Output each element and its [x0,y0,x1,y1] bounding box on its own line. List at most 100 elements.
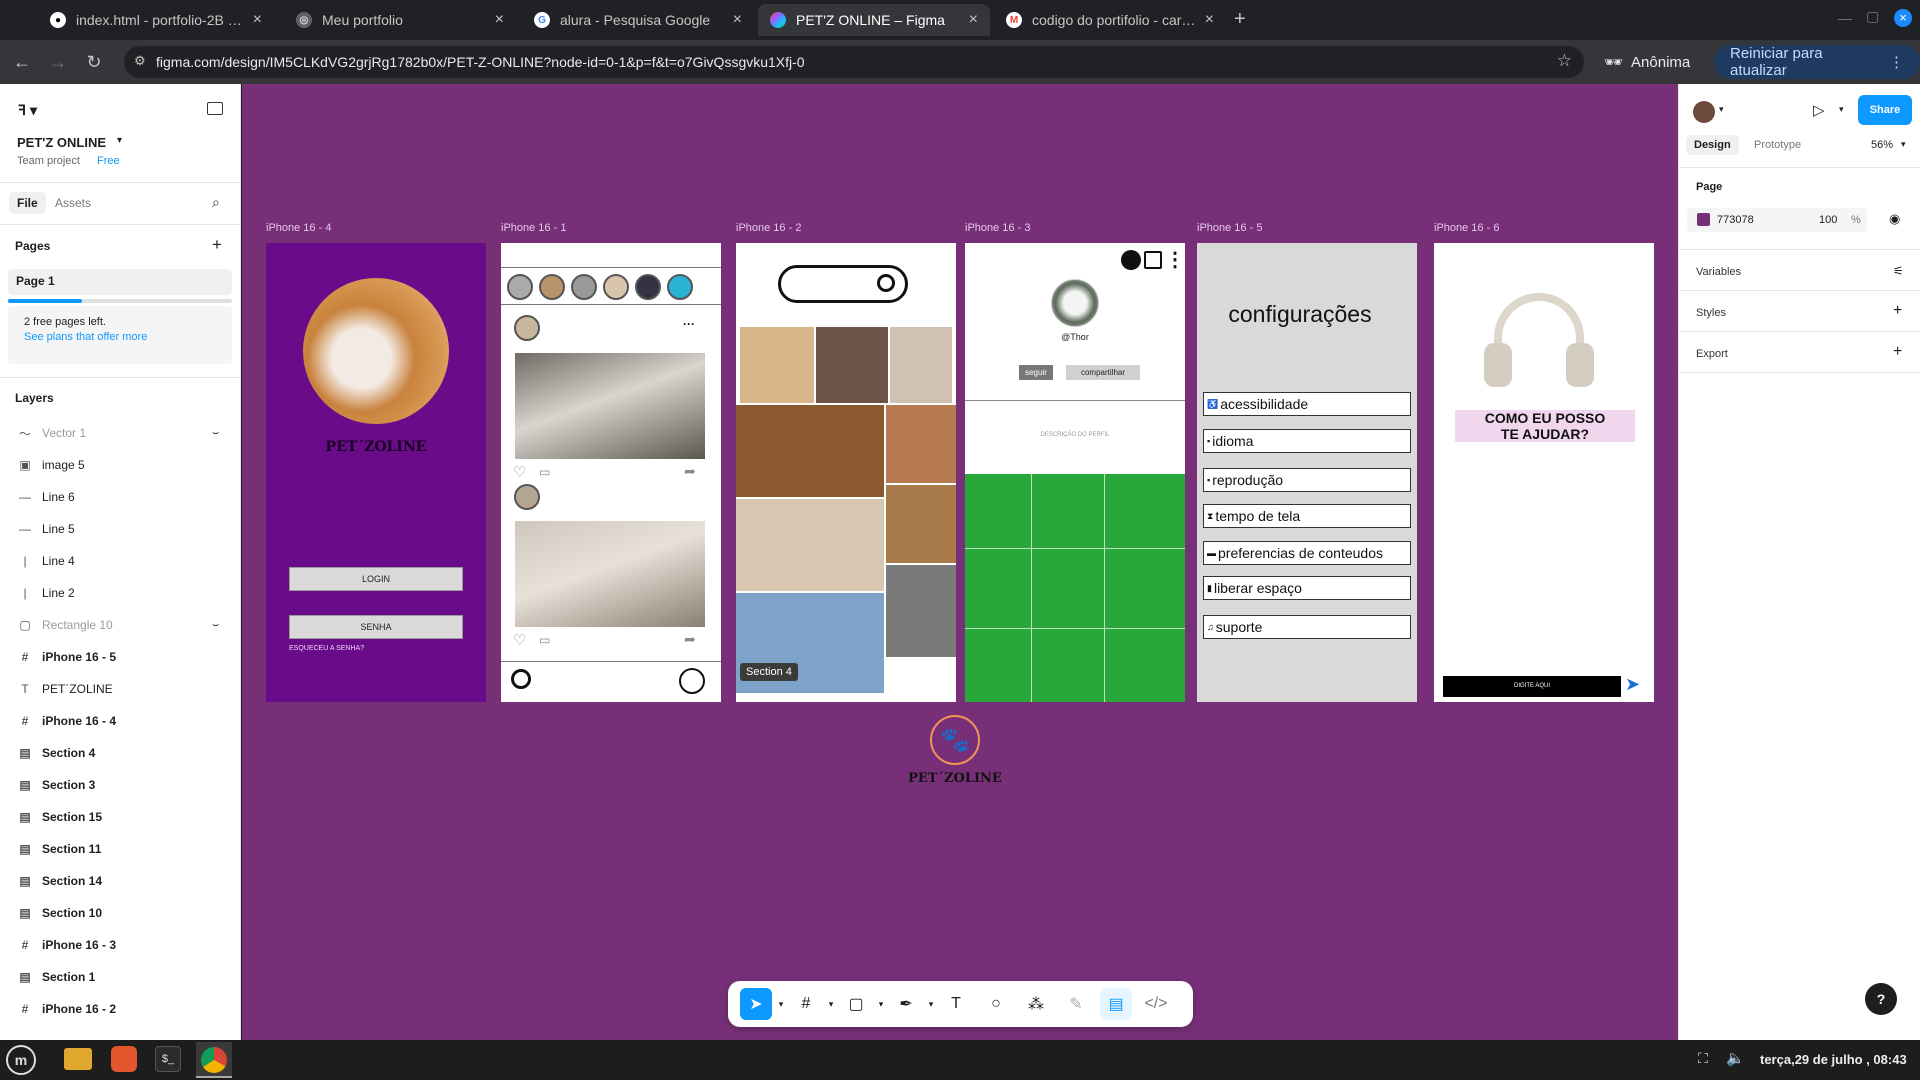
bookmark-star-icon[interactable]: ☆ [1557,51,1572,71]
share-profile-button[interactable]: compartilhar [1066,365,1140,380]
add-page-icon[interactable]: + [212,235,222,255]
share-icon[interactable]: ➦ [684,631,696,648]
forward-icon[interactable]: → [46,50,70,74]
frame-label[interactable]: iPhone 16 - 2 [736,222,801,234]
more-vert-icon[interactable]: ⋮ [1165,247,1185,272]
project-name[interactable]: PET'Z ONLINE [17,135,106,150]
setting-screen-time[interactable]: ⧗ tempo de tela [1203,504,1411,528]
tab-prototype[interactable]: Prototype [1754,139,1801,151]
zoom-level[interactable]: 56% [1871,139,1893,151]
page-color-swatch[interactable] [1697,213,1710,226]
layer-line-2[interactable]: | Line 2 [0,577,241,609]
frame-help[interactable]: COMO EU POSSO TE AJUDAR? DIGITE AQUI ➤ [1434,243,1654,702]
tab-file[interactable]: File [9,192,46,214]
setting-accessibility[interactable]: ♿ acessibilidade [1203,392,1411,416]
share-icon[interactable]: ➦ [684,463,696,480]
plan-badge[interactable]: Free [97,155,120,167]
setting-playback[interactable]: ▪ reprodução [1203,468,1411,492]
story-avatar[interactable] [635,274,661,300]
frame-label[interactable]: iPhone 16 - 3 [965,222,1030,234]
layer-rectangle-10[interactable]: ▢ Rectangle 10 ⌣ [0,609,241,641]
hidden-eye-icon[interactable]: ⌣ [212,619,219,632]
follow-button[interactable]: seguir [1019,365,1053,380]
close-icon[interactable]: × [495,11,504,29]
layer-iphone-16-3[interactable]: # iPhone 16 - 3 [0,929,241,961]
variables-heading[interactable]: Variables [1696,266,1741,278]
add-export-icon[interactable]: + [1893,343,1902,361]
comment-icon[interactable]: ▭ [539,465,550,479]
clock[interactable]: terça,29 de julho , 08:43 [1760,1052,1907,1067]
draw-tool-icon[interactable]: ✎ [1060,988,1092,1020]
network-icon[interactable]: ⛶ [1698,1050,1708,1067]
maximize-icon[interactable]: ▢ [1866,8,1879,25]
chrome-taskbar-item[interactable] [196,1042,232,1078]
story-avatar[interactable] [603,274,629,300]
frame-explore[interactable]: Section 4 [736,243,956,702]
frame-label[interactable]: iPhone 16 - 6 [1434,222,1499,234]
layer-section-1[interactable]: ▤ Section 1 [0,961,241,993]
start-menu-icon[interactable]: m [6,1045,36,1075]
calendar-icon[interactable] [1144,251,1162,269]
page-fill-row[interactable]: 773078 100 % [1687,208,1867,232]
close-window-icon[interactable]: × [1894,9,1912,27]
restart-to-update-button[interactable]: Reiniciar para atualizar ⋮ [1714,45,1920,79]
frame-profile[interactable]: ⋮ @Thor seguir compartilhar DESCRIÇÃO DO… [965,243,1185,702]
export-heading[interactable]: Export [1696,348,1728,360]
frame-tool-icon[interactable]: # [790,988,822,1020]
help-message-input[interactable]: DIGITE AQUI [1443,676,1621,697]
layer-section-11[interactable]: ▤ Section 11 [0,833,241,865]
styles-heading[interactable]: Styles [1696,307,1726,319]
search-bar[interactable] [778,265,908,303]
tab-assets[interactable]: Assets [55,196,91,210]
chevron-down-icon[interactable]: ▾ [926,988,936,1020]
pen-tool-icon[interactable]: ✒ [890,988,922,1020]
layer-section-3[interactable]: ▤ Section 3 [0,769,241,801]
toggle-sidebar-icon[interactable] [207,102,223,115]
like-heart-icon[interactable]: ♡ [513,463,526,481]
variables-settings-icon[interactable]: ⚟ [1893,264,1904,278]
terminal-icon[interactable]: $_ [155,1046,181,1072]
chevron-down-icon[interactable]: ▾ [117,135,122,146]
help-question-icon[interactable]: ? [1865,983,1897,1015]
tab-design[interactable]: Design [1686,135,1739,155]
chevron-down-icon[interactable]: ▾ [1839,104,1844,115]
comment-tool-icon[interactable]: ○ [980,988,1012,1020]
back-icon[interactable]: ← [10,50,34,74]
chevron-down-icon[interactable]: ▾ [1719,104,1724,115]
new-tab-icon[interactable]: + [1234,8,1246,31]
page-color-hex[interactable]: 773078 [1717,214,1754,226]
hidden-eye-icon[interactable]: ⌣ [212,427,219,440]
chevron-down-icon[interactable]: ▾ [826,988,836,1020]
more-options-icon[interactable]: ··· [683,317,695,331]
story-avatar[interactable] [507,274,533,300]
layer-line-5[interactable]: — Line 5 [0,513,241,545]
text-tool-icon[interactable]: T [940,988,972,1020]
search-icon[interactable]: ⌕ [212,194,220,211]
send-icon[interactable]: ➤ [1625,674,1640,695]
profile-avatar[interactable] [1051,279,1099,327]
visibility-eye-icon[interactable]: ◉ [1889,211,1900,227]
layer-section-4[interactable]: ▤ Section 4 [0,737,241,769]
actions-tool-icon[interactable]: ⁂ [1020,988,1052,1020]
layer-line-6[interactable]: — Line 6 [0,481,241,513]
url-bar[interactable]: ⚙ figma.com/design/IM5CLKdVG2grjRg1782b0… [124,46,1584,78]
post-avatar[interactable] [514,484,540,510]
chevron-down-icon[interactable]: ▾ [876,988,886,1020]
dev-mode-icon[interactable]: </> [1140,988,1172,1020]
share-button[interactable]: Share [1858,95,1912,125]
login-field[interactable]: LOGIN [289,567,463,591]
close-icon[interactable]: × [969,11,978,29]
layer-vector-1[interactable]: 〜 Vector 1 ⌣ [0,417,241,449]
minimize-icon[interactable]: — [1838,10,1852,26]
search-nav-icon[interactable] [511,669,531,689]
comment-icon[interactable]: ▭ [539,633,550,647]
layer-iphone-16-4[interactable]: # iPhone 16 - 4 [0,705,241,737]
rectangle-tool-icon[interactable]: ▢ [840,988,872,1020]
design-mode-icon[interactable]: ▤ [1100,988,1132,1020]
close-icon[interactable]: × [733,11,742,29]
paw-logo-icon[interactable]: 🐾 [930,715,980,765]
page-item-page-1[interactable]: Page 1 [8,269,232,295]
tab-google[interactable]: G alura - Pesquisa Google × [522,4,754,36]
file-manager-icon[interactable] [64,1048,92,1070]
page-opacity[interactable]: 100 [1819,214,1837,226]
